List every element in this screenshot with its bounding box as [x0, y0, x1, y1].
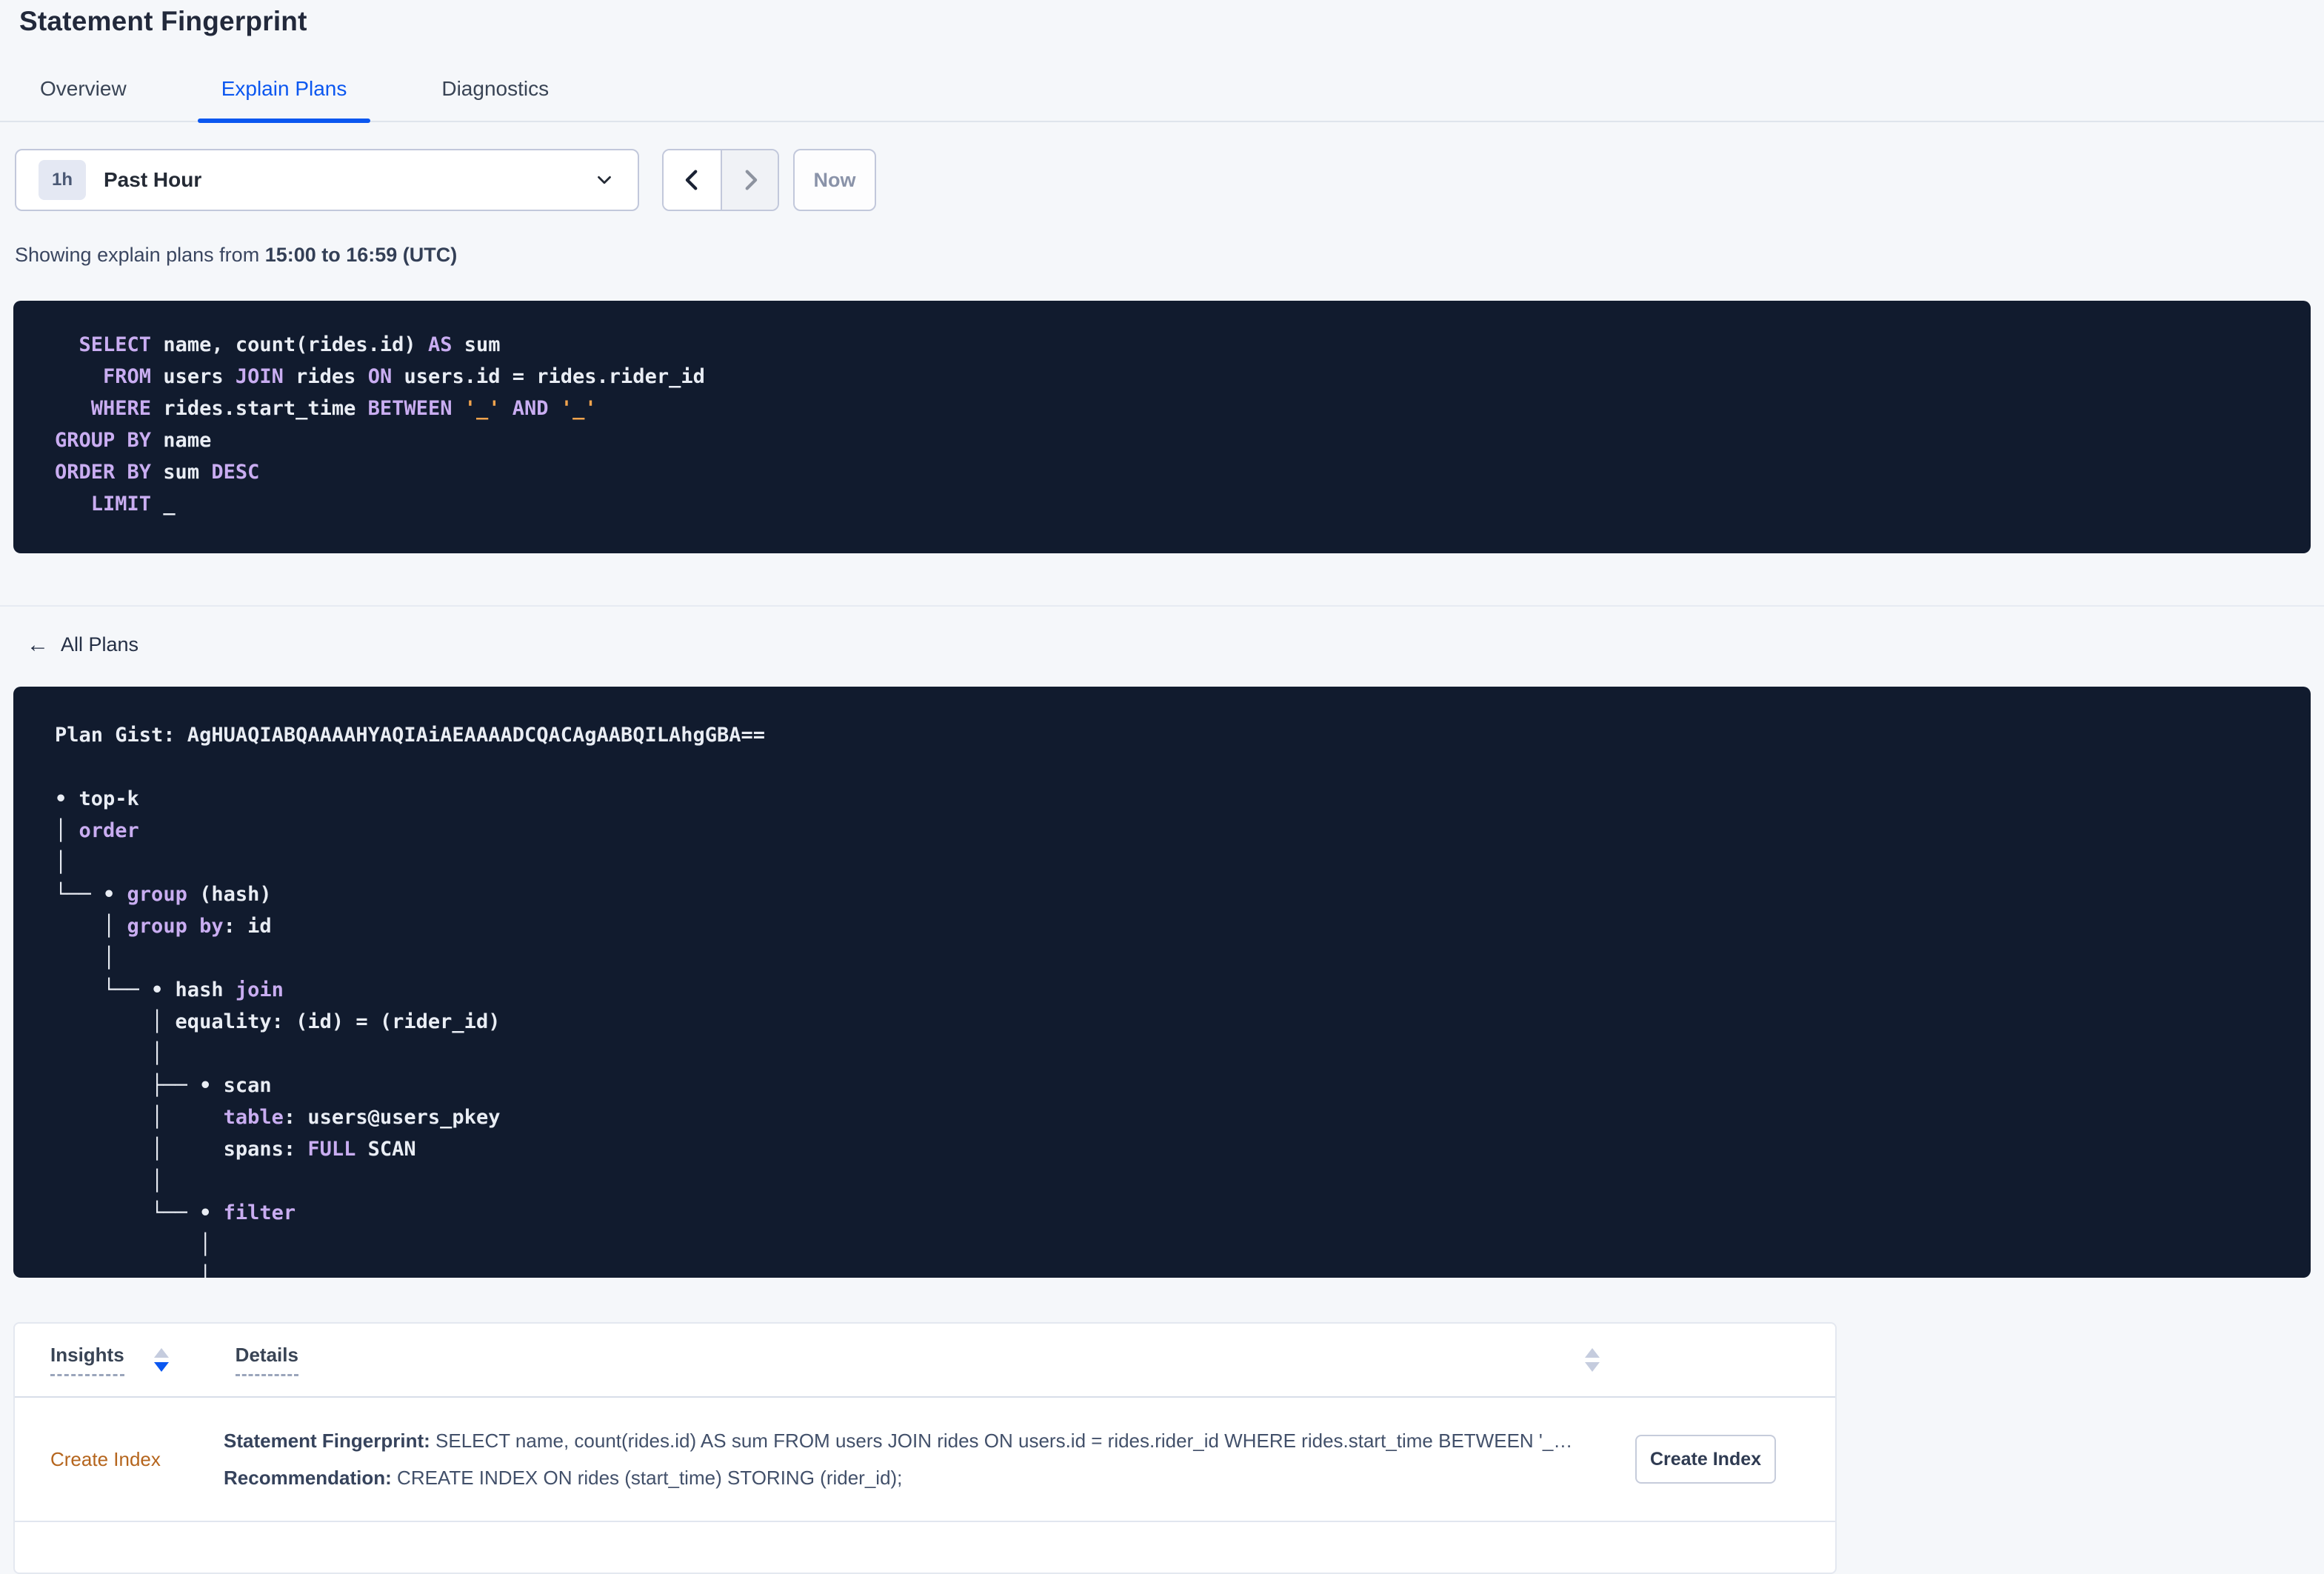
- details-cell: Statement Fingerprint: SELECT name, coun…: [224, 1422, 1635, 1496]
- recommendation-text: CREATE INDEX ON rides (start_time) STORI…: [391, 1467, 903, 1489]
- chevron-down-icon: [593, 169, 615, 191]
- sort-control-insights[interactable]: [153, 1348, 169, 1372]
- tab-bar: Overview Explain Plans Diagnostics: [0, 77, 2324, 123]
- plan-gist-card: Plan Gist: AgHUAQIABQAAAAHYAQIAiAEAAAADC…: [13, 687, 2311, 1278]
- all-plans-label: All Plans: [61, 633, 139, 656]
- tab-diagnostics[interactable]: Diagnostics: [418, 77, 572, 121]
- sql-statement-card: SELECT name, count(rides.id) AS sum FROM…: [13, 301, 2311, 553]
- insight-cell: Create Index: [50, 1448, 224, 1471]
- section-divider: [0, 605, 2324, 607]
- plan-tree: Plan Gist: AgHUAQIABQAAAAHYAQIAiAEAAAADC…: [55, 724, 766, 1278]
- chevron-left-icon: [680, 167, 705, 193]
- statement-fingerprint-line: Statement Fingerprint: SELECT name, coun…: [224, 1422, 1635, 1459]
- statement-fingerprint-text: SELECT name, count(rides.id) AS sum FROM…: [430, 1430, 1573, 1452]
- column-header-details[interactable]: Details: [235, 1344, 298, 1376]
- time-nav-group: [662, 149, 779, 211]
- page-title: Statement Fingerprint: [19, 6, 307, 36]
- previous-time-button[interactable]: [664, 150, 721, 210]
- table-row: Create Index Statement Fingerprint: SELE…: [15, 1398, 1835, 1522]
- insights-table: Insights Details Create Index Statement …: [13, 1322, 1837, 1574]
- tab-explain-plans[interactable]: Explain Plans: [197, 77, 371, 123]
- statement-fingerprint-label: Statement Fingerprint:: [224, 1430, 430, 1452]
- sort-desc-icon: [153, 1362, 169, 1372]
- showing-prefix: Showing explain plans from: [15, 244, 265, 266]
- time-range-value: Past Hour: [104, 168, 202, 191]
- all-plans-link[interactable]: ← All Plans: [27, 633, 138, 656]
- showing-range-text: Showing explain plans from 15:00 to 16:5…: [15, 244, 2324, 267]
- time-controls: 1h Past Hour Now: [15, 149, 2324, 211]
- time-range-select[interactable]: 1h Past Hour: [15, 149, 639, 211]
- recommendation-line: Recommendation: CREATE INDEX ON rides (s…: [224, 1459, 1635, 1496]
- next-time-button[interactable]: [721, 150, 778, 210]
- sort-control-details[interactable]: [1585, 1348, 1600, 1372]
- showing-range: 15:00 to 16:59 (UTC): [264, 244, 458, 266]
- recommendation-label: Recommendation:: [224, 1467, 392, 1489]
- time-range-badge: 1h: [39, 160, 86, 200]
- create-index-link[interactable]: Create Index: [50, 1448, 161, 1470]
- sort-asc-icon: [153, 1348, 169, 1358]
- arrow-left-icon: ←: [27, 632, 49, 657]
- tab-overview[interactable]: Overview: [16, 77, 150, 121]
- create-index-button[interactable]: Create Index: [1635, 1435, 1776, 1484]
- row-action-cell: Create Index: [1635, 1435, 1835, 1484]
- chevron-right-icon: [738, 167, 763, 193]
- column-header-insights[interactable]: Insights: [50, 1344, 124, 1376]
- insights-table-header: Insights Details: [15, 1324, 1835, 1398]
- now-button[interactable]: Now: [793, 149, 876, 211]
- sql-code: SELECT name, count(rides.id) AS sum FROM…: [55, 333, 705, 516]
- sort-desc-icon: [1585, 1362, 1600, 1372]
- sort-asc-icon: [1585, 1348, 1600, 1358]
